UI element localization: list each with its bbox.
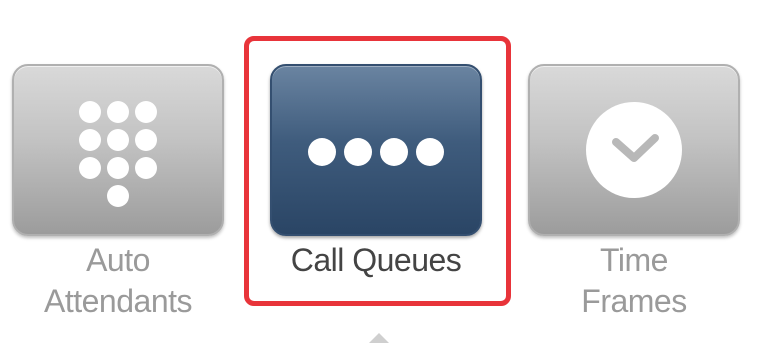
auto-attendants-label-line1: Auto <box>86 242 150 278</box>
call-queues-label: Call Queues <box>290 242 462 278</box>
selected-tab-caret-icon <box>369 333 389 343</box>
auto-attendants-tile[interactable] <box>12 64 224 236</box>
auto-attendants-label: Auto Attendants <box>12 240 224 322</box>
time-frames-tile[interactable] <box>528 64 740 236</box>
time-frames-label-line1: Time <box>600 242 668 278</box>
time-frames-label: Time Frames <box>528 240 740 322</box>
auto-attendants-label-line2: Attendants <box>44 283 193 319</box>
clock-icon <box>586 102 682 198</box>
time-frames-label-line2: Frames <box>581 283 687 319</box>
keypad-icon <box>79 101 157 207</box>
ellipsis-dots-icon <box>308 138 444 166</box>
call-queues-tile[interactable] <box>270 64 482 236</box>
